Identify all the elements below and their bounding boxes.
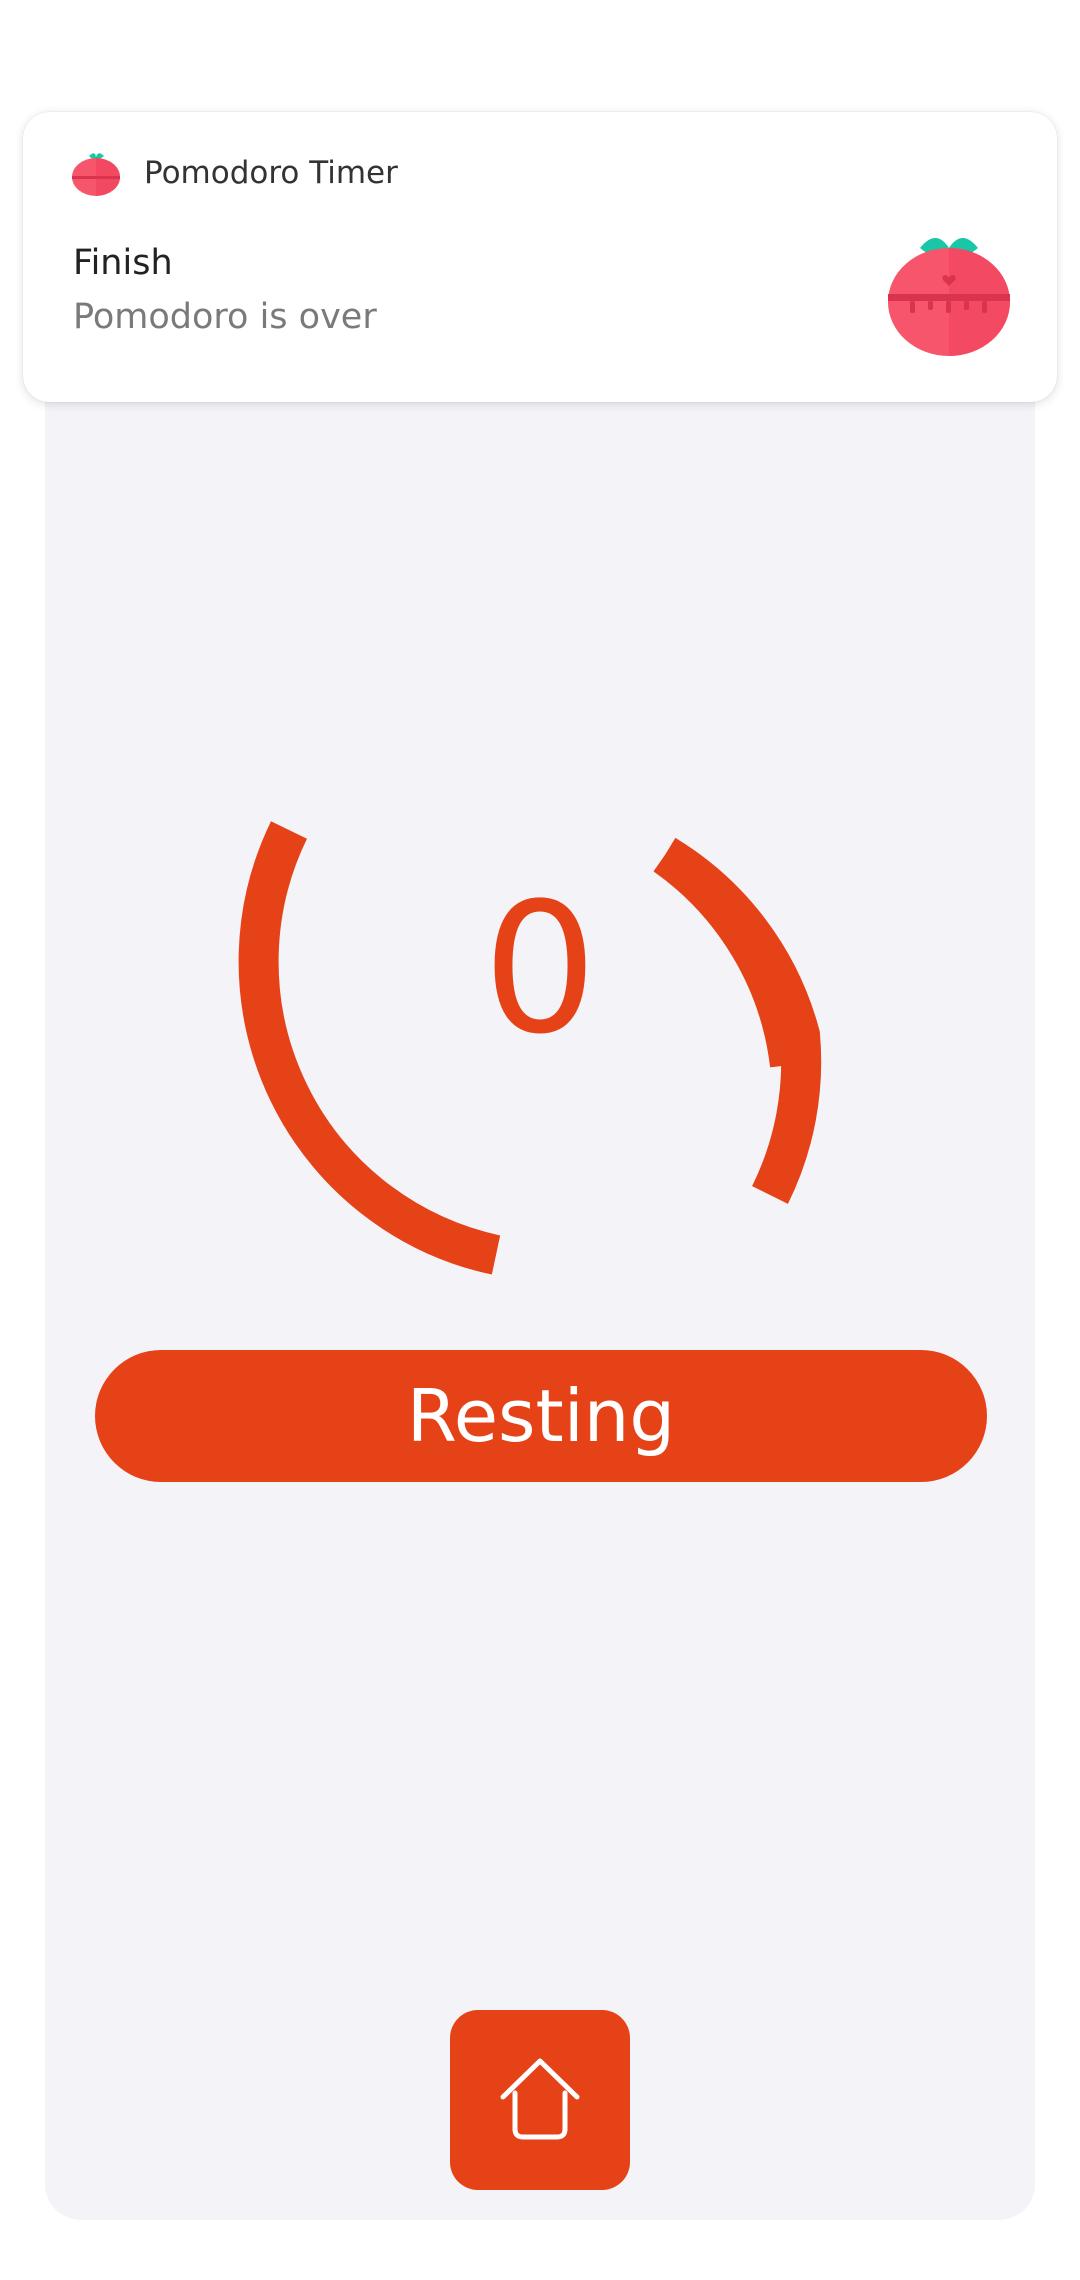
home-icon [500, 2058, 580, 2140]
home-button[interactable] [450, 2010, 630, 2190]
timer-value: 0 [482, 865, 598, 1074]
notification-title: Finish [73, 243, 173, 283]
resting-button[interactable]: Resting [95, 1350, 987, 1482]
notification-card[interactable]: Pomodoro Timer Finish Pomodoro is over [23, 112, 1057, 402]
notification-text: Pomodoro is over [73, 297, 377, 337]
tomato-large-icon [888, 238, 1010, 356]
notification-app-name: Pomodoro Timer [144, 155, 398, 191]
tomato-icon [72, 153, 120, 196]
